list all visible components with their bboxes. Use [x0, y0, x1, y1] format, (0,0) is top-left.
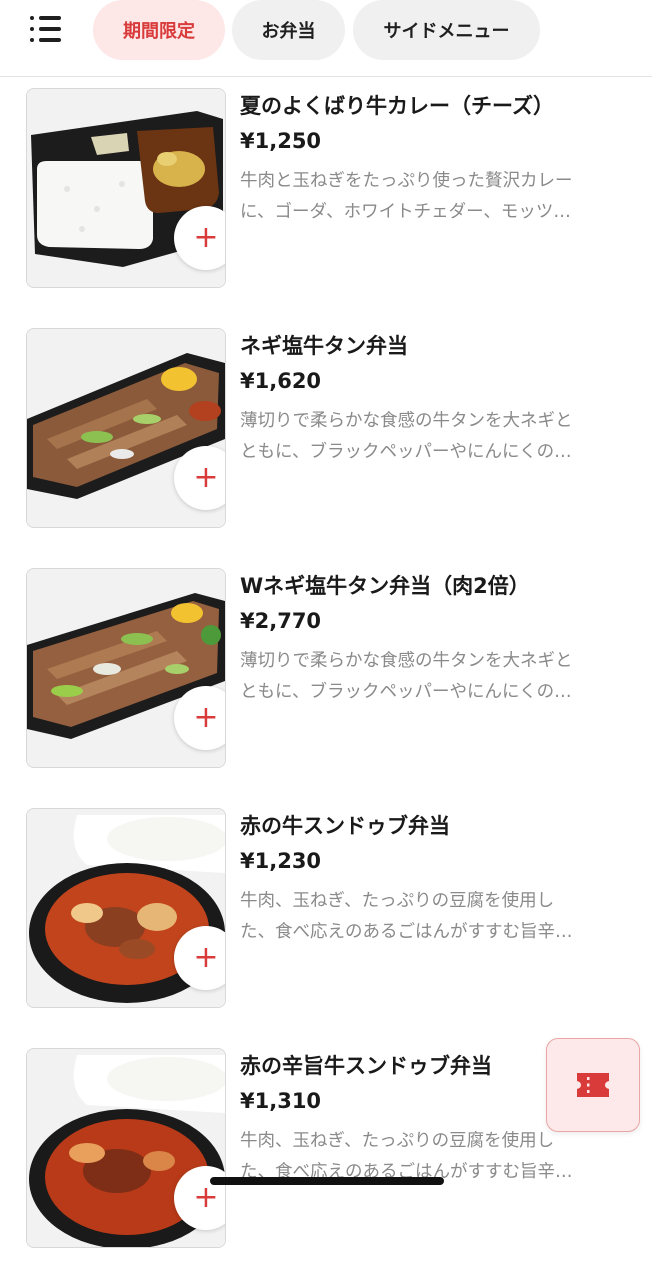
home-indicator	[210, 1177, 444, 1185]
item-description: 牛肉、玉ねぎ、たっぷりの豆腐を使用し た、食べ応えのあるごはんがすすむ旨辛…	[240, 891, 573, 942]
item-photo[interactable]: +	[26, 1048, 226, 1248]
top-bar: 期間限定 お弁当 サイドメニュー	[0, 0, 652, 77]
menu-item[interactable]: + 夏のよくばり牛カレー（チーズ） ¥1,250 牛肉と玉ねぎをたっぷり使った贅…	[0, 76, 652, 316]
item-name: 夏のよくばり牛カレー（チーズ）	[240, 94, 554, 118]
item-price: ¥1,620	[240, 369, 322, 393]
item-price: ¥1,230	[240, 849, 322, 873]
item-description: 薄切りで柔らかな食感の牛タンを大ネギと ともに、ブラックペッパーやにんにくの…	[240, 651, 573, 702]
item-photo[interactable]: +	[26, 88, 226, 288]
tab-side-menu[interactable]: サイドメニュー	[353, 0, 540, 60]
item-name: Wネギ塩牛タン弁当（肉2倍）	[240, 574, 530, 598]
item-name: 赤の辛旨牛スンドゥブ弁当	[240, 1054, 492, 1078]
item-name: 赤の牛スンドゥブ弁当	[240, 814, 450, 838]
item-photo[interactable]: +	[26, 328, 226, 528]
tab-limited-time[interactable]: 期間限定	[93, 0, 225, 60]
coupon-ticket-icon	[577, 1073, 609, 1097]
item-photo[interactable]: +	[26, 568, 226, 768]
item-price: ¥1,250	[240, 129, 322, 153]
menu-item[interactable]: + ネギ塩牛タン弁当 ¥1,620 薄切りで柔らかな食感の牛タンを大ネギと とも…	[0, 316, 652, 556]
tab-bento[interactable]: お弁当	[232, 0, 345, 60]
item-description: 薄切りで柔らかな食感の牛タンを大ネギと ともに、ブラックペッパーやにんにくの…	[240, 411, 573, 462]
item-name: ネギ塩牛タン弁当	[240, 334, 408, 358]
menu-list-icon[interactable]	[30, 14, 64, 44]
item-photo[interactable]: +	[26, 808, 226, 1008]
coupon-button[interactable]	[546, 1038, 640, 1132]
menu-item[interactable]: + 赤の牛スンドゥブ弁当 ¥1,230 牛肉、玉ねぎ、たっぷりの豆腐を使用し た…	[0, 796, 652, 1036]
item-description: 牛肉と玉ねぎをたっぷり使った贅沢カレー に、ゴーダ、ホワイトチェダー、モッツ…	[240, 171, 573, 222]
item-price: ¥2,770	[240, 609, 322, 633]
item-price: ¥1,310	[240, 1089, 322, 1113]
menu-item[interactable]: + Wネギ塩牛タン弁当（肉2倍） ¥2,770 薄切りで柔らかな食感の牛タンを大…	[0, 556, 652, 796]
